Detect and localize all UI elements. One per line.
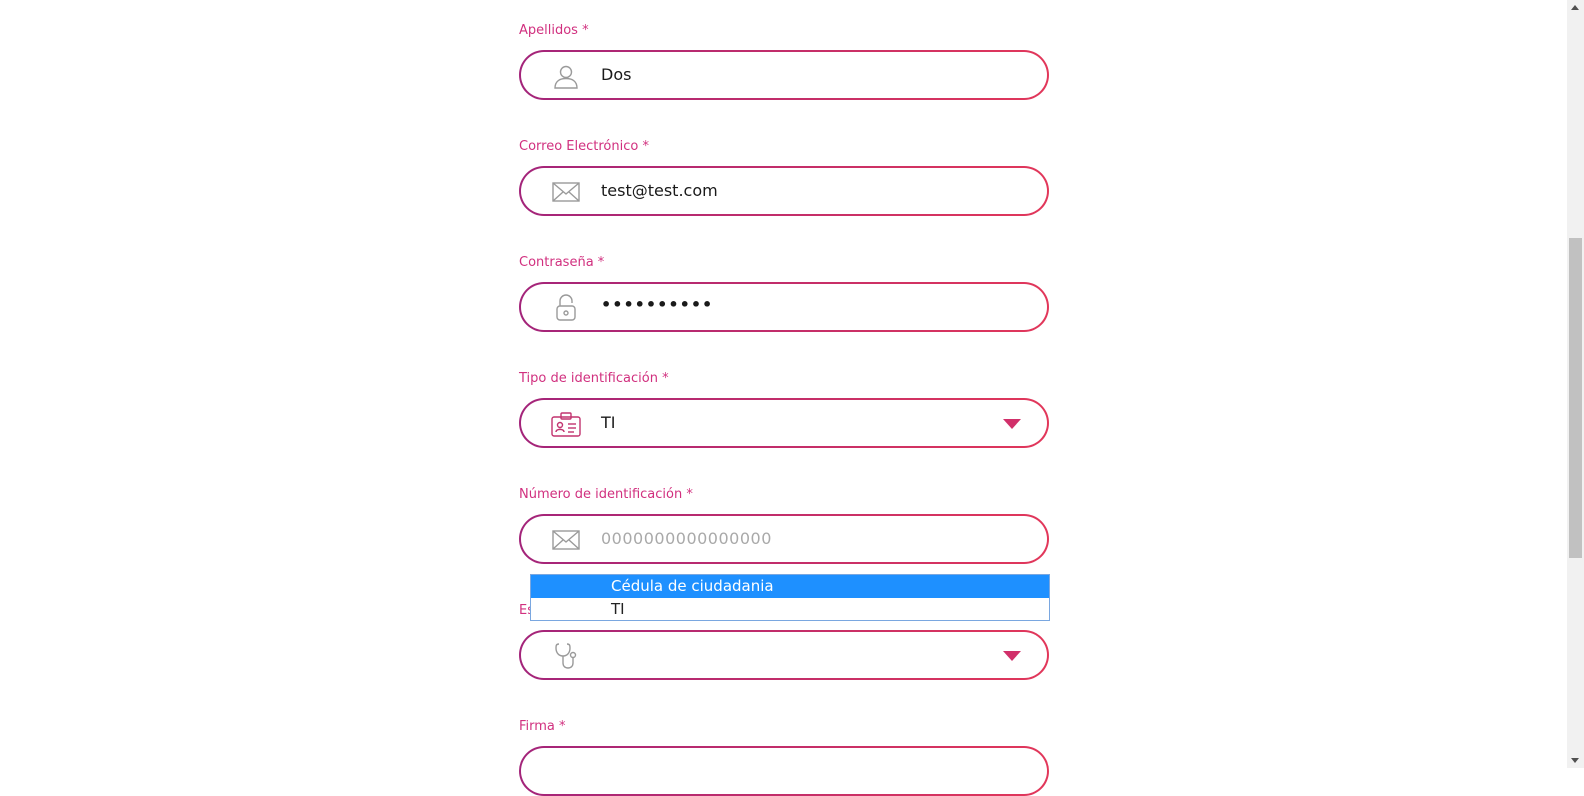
mail-icon bbox=[551, 526, 581, 554]
chevron-down-icon[interactable] bbox=[1003, 651, 1021, 661]
page-scrollbar[interactable] bbox=[1567, 0, 1584, 768]
scroll-down-icon[interactable] bbox=[1571, 758, 1579, 763]
lock-icon bbox=[551, 294, 581, 322]
mail-icon bbox=[551, 178, 581, 206]
apellidos-label: Apellidos * bbox=[519, 23, 589, 38]
scroll-thumb[interactable] bbox=[1569, 238, 1582, 558]
id-card-icon bbox=[551, 410, 581, 438]
user-icon bbox=[551, 62, 581, 90]
tipo-identificacion-select[interactable]: TI bbox=[519, 398, 1049, 448]
apellidos-value: Dos bbox=[601, 65, 632, 84]
correo-label: Correo Electrónico * bbox=[519, 139, 649, 154]
contrasena-input[interactable]: •••••••••• bbox=[519, 282, 1049, 332]
scroll-up-icon[interactable] bbox=[1571, 5, 1579, 10]
numero-identificacion-label: Número de identificación * bbox=[519, 487, 693, 502]
correo-input[interactable]: test@test.com bbox=[519, 166, 1049, 216]
dropdown-option-cedula[interactable]: Cédula de ciudadania bbox=[531, 575, 1049, 598]
contrasena-label: Contraseña * bbox=[519, 255, 605, 270]
contrasena-value: •••••••••• bbox=[601, 295, 714, 314]
especialidad-select[interactable] bbox=[519, 630, 1049, 680]
tipo-identificacion-label: Tipo de identificación * bbox=[519, 371, 669, 386]
apellidos-input[interactable]: Dos bbox=[519, 50, 1049, 100]
correo-value: test@test.com bbox=[601, 181, 718, 200]
numero-identificacion-placeholder: 0000000000000000 bbox=[601, 529, 772, 548]
numero-identificacion-input[interactable]: 0000000000000000 bbox=[519, 514, 1049, 564]
chevron-down-icon[interactable] bbox=[1003, 419, 1021, 429]
tipo-identificacion-value: TI bbox=[601, 413, 616, 432]
tipo-identificacion-dropdown: Cédula de ciudadania TI bbox=[530, 574, 1050, 621]
dropdown-option-ti[interactable]: TI bbox=[531, 598, 1049, 621]
stethoscope-icon bbox=[551, 642, 581, 670]
firma-input[interactable] bbox=[519, 746, 1049, 796]
firma-label: Firma * bbox=[519, 719, 566, 734]
